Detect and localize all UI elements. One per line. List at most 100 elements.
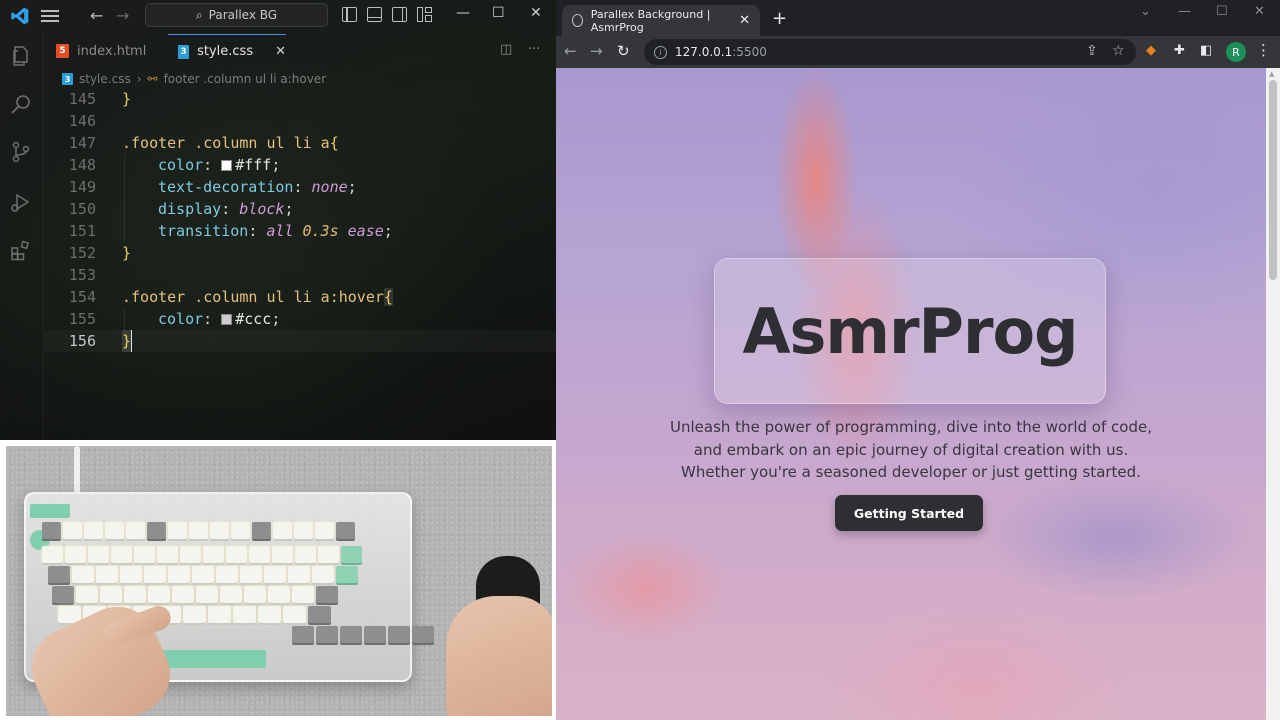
kebab-menu-icon[interactable]: ⋮ — [1256, 41, 1271, 59]
maximize-icon[interactable]: ☐ — [1216, 4, 1228, 19]
forward-icon[interactable]: → — [590, 42, 603, 60]
customize-layout-icon[interactable] — [417, 7, 432, 22]
code-line: 155 color: #ccc; — [68, 310, 281, 328]
close-icon[interactable]: ✕ — [275, 44, 286, 59]
keycap — [231, 522, 250, 539]
search-text: Parallex BG — [208, 8, 278, 22]
keycap — [192, 566, 214, 583]
keycap — [226, 546, 247, 563]
search-icon: ⌕ — [195, 7, 203, 22]
color-swatch[interactable] — [221, 314, 233, 325]
code-line: 148 color: #fff; — [68, 156, 281, 174]
keycap — [65, 546, 86, 563]
html-file-icon: 5 — [56, 44, 69, 58]
minimize-icon[interactable]: — — [456, 5, 470, 21]
keycap — [288, 566, 310, 583]
right-hand — [446, 596, 552, 716]
vscode-window: ← → ⌕ Parallex BG — ☐ ✕ 5 index.html 3 s… — [0, 0, 556, 440]
keycap — [272, 546, 293, 563]
bookmark-star-icon[interactable]: ☆ — [1112, 43, 1125, 59]
editor-tabs: 5 index.html 3 style.css ✕ ◫ ··· — [44, 34, 556, 68]
search-icon[interactable] — [9, 92, 33, 116]
keycap — [316, 626, 338, 643]
toggle-primary-sidebar-icon[interactable] — [342, 7, 357, 22]
more-icon[interactable]: ··· — [528, 42, 540, 57]
source-control-icon[interactable] — [9, 140, 33, 164]
keycap — [220, 586, 242, 603]
browser-tab-strip: Parallex Background | AsmrProg ✕ + ⌄ — ☐… — [556, 0, 1280, 36]
keycap — [105, 522, 124, 539]
code-editor[interactable]: 145} 146 147 .footer .column ul li a{ 148… — [44, 88, 556, 440]
breadcrumb-file[interactable]: style.css — [79, 72, 131, 86]
back-arrow-icon[interactable]: ← — [90, 6, 103, 25]
color-swatch[interactable] — [221, 160, 233, 171]
toggle-secondary-sidebar-icon[interactable] — [392, 7, 407, 22]
keycap — [147, 522, 166, 539]
url: 127.0.0.1:5500 — [675, 45, 767, 59]
css-file-icon: 3 — [178, 44, 190, 59]
hero-subtitle: Unleash the power of programming, dive i… — [616, 416, 1206, 484]
keycap — [157, 546, 178, 563]
activity-bar — [0, 32, 44, 440]
keycap — [172, 586, 194, 603]
new-tab-icon[interactable]: + — [772, 8, 787, 29]
breadcrumb-selector[interactable]: footer .column ul li a:hover — [164, 72, 327, 86]
vscode-titlebar: ← → ⌕ Parallex BG — ☐ ✕ — [0, 0, 556, 32]
keycap — [42, 546, 63, 563]
page-title: AsmrProg — [742, 294, 1078, 368]
keycap — [111, 546, 132, 563]
menu-icon[interactable] — [40, 7, 60, 25]
split-editor-icon[interactable]: ◫ — [500, 42, 512, 57]
scrollbar[interactable]: ▲ — [1266, 68, 1280, 720]
keycap — [308, 606, 331, 623]
browser-tab[interactable]: Parallex Background | AsmrProg ✕ — [562, 5, 760, 36]
keycap — [252, 522, 271, 539]
keycap — [294, 522, 313, 539]
info-icon[interactable]: i — [654, 45, 667, 59]
usb-cable — [74, 446, 80, 494]
metamask-icon[interactable]: ◆ — [1146, 43, 1156, 58]
run-debug-icon[interactable] — [9, 190, 33, 214]
browser-window: Parallex Background | AsmrProg ✕ + ⌄ — ☐… — [556, 0, 1280, 720]
keycap — [341, 546, 362, 563]
code-line: 153 — [68, 266, 96, 284]
keycap — [48, 566, 70, 583]
getting-started-button[interactable]: Getting Started — [835, 495, 983, 531]
back-icon[interactable]: ← — [564, 42, 577, 60]
scroll-thumb[interactable] — [1269, 80, 1277, 280]
avatar[interactable]: R — [1226, 42, 1246, 62]
tab-style-css[interactable]: 3 style.css ✕ — [168, 34, 286, 68]
forward-arrow-icon[interactable]: → — [116, 6, 129, 25]
url-port: :5500 — [732, 45, 767, 59]
minimize-icon[interactable]: — — [1178, 4, 1191, 19]
keycap — [196, 586, 218, 603]
keycap — [312, 566, 334, 583]
keycap — [168, 522, 187, 539]
share-icon[interactable]: ⇪ — [1086, 43, 1098, 59]
keycap — [268, 586, 290, 603]
keycap — [148, 586, 170, 603]
keycap — [124, 586, 146, 603]
chevron-down-icon[interactable]: ⌄ — [1140, 4, 1151, 19]
command-center-search[interactable]: ⌕ Parallex BG — [145, 3, 328, 27]
maximize-icon[interactable]: ☐ — [492, 5, 505, 21]
close-icon[interactable]: ✕ — [739, 13, 750, 28]
address-bar[interactable]: i 127.0.0.1:5500 ⇪ ☆ — [644, 39, 1136, 65]
extensions-icon[interactable] — [9, 238, 33, 262]
scroll-up-icon[interactable]: ▲ — [1269, 70, 1274, 78]
code-line: 152} — [68, 244, 132, 262]
close-window-icon[interactable]: ✕ — [1254, 4, 1265, 19]
explorer-icon[interactable] — [9, 44, 33, 68]
reload-icon[interactable]: ↻ — [617, 42, 630, 60]
toggle-panel-icon[interactable] — [367, 7, 382, 22]
keycap — [180, 546, 201, 563]
sidebar-icon[interactable]: ◧ — [1200, 43, 1212, 58]
code-line: 151 transition: all 0.3s ease; — [68, 222, 393, 240]
keycap — [208, 606, 231, 623]
keycap — [134, 546, 155, 563]
extensions-puzzle-icon[interactable]: ✚ — [1174, 43, 1185, 58]
keycap — [203, 546, 224, 563]
tab-index-html[interactable]: 5 index.html — [56, 34, 168, 68]
close-window-icon[interactable]: ✕ — [530, 5, 542, 21]
webcam-frame — [0, 440, 556, 720]
